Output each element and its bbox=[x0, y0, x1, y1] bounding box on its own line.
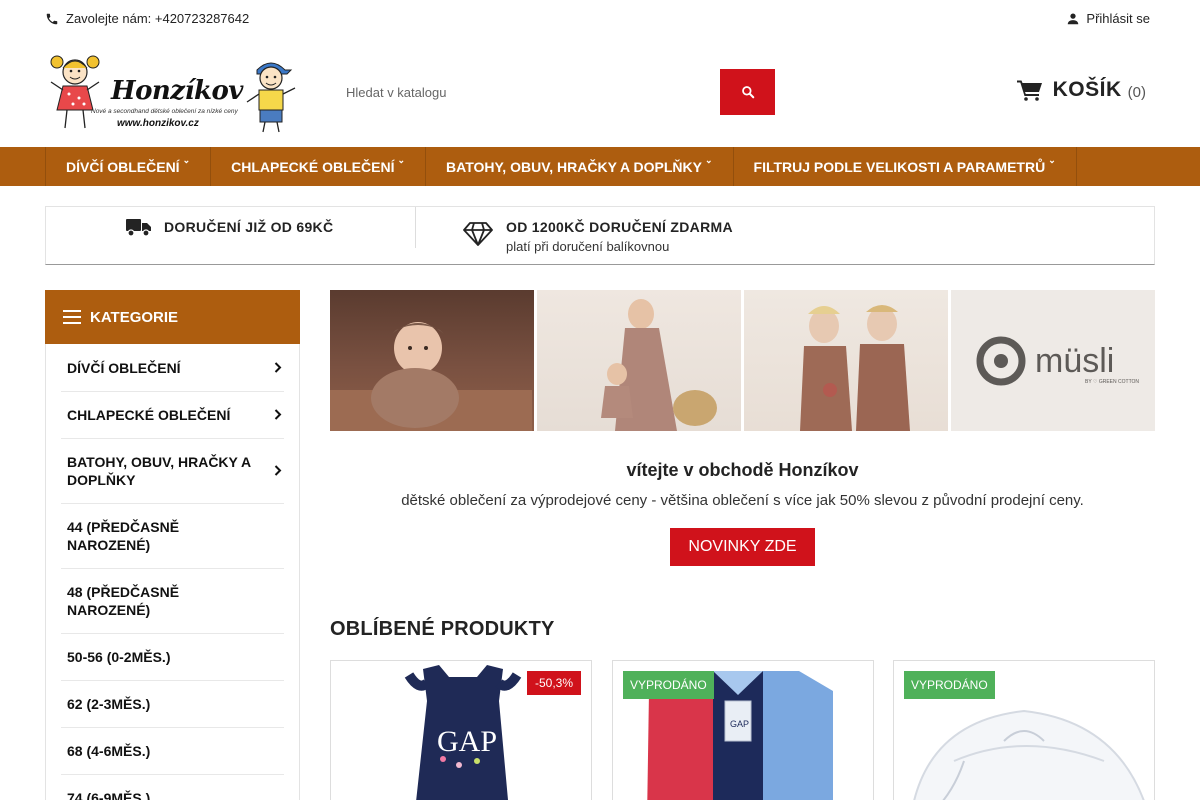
category-item[interactable]: 62 (2-3MĚS.) bbox=[61, 681, 284, 728]
category-header[interactable]: KATEGORIE bbox=[45, 290, 300, 344]
nav-item-label: DÍVČÍ OBLEČENÍ bbox=[66, 158, 180, 175]
banner-brand-logo: müsli BY ♡ GREEN COTTON bbox=[951, 290, 1155, 431]
chevron-down-icon: ⌄ bbox=[1048, 155, 1056, 165]
chevron-right-icon bbox=[274, 359, 282, 377]
musli-logo-icon: müsli BY ♡ GREEN COTTON bbox=[976, 336, 1139, 386]
nav-item-label: BATOHY, OBUV, HRAČKY A DOPLŇKY bbox=[446, 158, 702, 175]
user-icon bbox=[1068, 12, 1079, 24]
phone-icon bbox=[46, 13, 58, 24]
product-card[interactable]: GAP VYPRODÁNO bbox=[612, 660, 874, 800]
category-item[interactable]: DÍVČÍ OBLEČENÍ bbox=[61, 345, 284, 392]
free-delivery-title: OD 1200KČ DORUČENÍ ZDARMA bbox=[506, 219, 733, 235]
category-item-label: 44 (PŘEDČASNĚ NAROZENÉ) bbox=[67, 519, 180, 553]
category-item[interactable]: BATOHY, OBUV, HRAČKY A DOPLŇKY bbox=[61, 439, 284, 504]
free-delivery-info: OD 1200KČ DORUČENÍ ZDARMA platí při doru… bbox=[463, 219, 733, 254]
category-item-label: 50-56 (0-2MĚS.) bbox=[67, 649, 171, 665]
chevron-right-icon bbox=[274, 462, 282, 480]
nav-item-filter[interactable]: FILTRUJ PODLE VELIKOSTI A PARAMETRŮ ⌄ bbox=[734, 147, 1077, 186]
banner-photo-baby bbox=[330, 290, 534, 431]
site-logo[interactable]: Honzíkov Nové a secondhand dětské obleče… bbox=[45, 50, 300, 136]
shipping-info-bar: DORUČENÍ JIŽ OD 69KČ OD 1200KČ DORUČENÍ … bbox=[45, 206, 1155, 265]
logo-brand-text: Honzíkov bbox=[111, 76, 243, 106]
category-item-label: 74 (6-9MĚS.) bbox=[67, 790, 151, 800]
category-item-label: DÍVČÍ OBLEČENÍ bbox=[67, 360, 181, 376]
cart-link[interactable]: KOŠÍK (0) bbox=[1016, 78, 1146, 102]
mother-child-photo-illustration bbox=[601, 299, 717, 431]
baby-photo-illustration bbox=[330, 322, 532, 431]
hamburger-menu-icon bbox=[63, 310, 81, 324]
product-print-text: GAP bbox=[730, 719, 749, 729]
welcome-section: vítejte v obchodě Honzíkov dětské obleče… bbox=[330, 460, 1155, 566]
product-card[interactable]: GAP -50,3% bbox=[330, 660, 592, 800]
contact-phone[interactable]: Zavolejte nám: +420723287642 bbox=[45, 11, 249, 26]
nav-item-accessories[interactable]: BATOHY, OBUV, HRAČKY A DOPLŇKY ⌄ bbox=[426, 147, 734, 186]
welcome-title: vítejte v obchodě Honzíkov bbox=[626, 460, 859, 480]
search-bar bbox=[330, 69, 775, 115]
diamond-icon bbox=[463, 222, 493, 246]
logo-boy-illustration bbox=[246, 62, 296, 133]
hero-banner[interactable]: müsli BY ♡ GREEN COTTON bbox=[330, 290, 1155, 431]
free-delivery-subtitle: platí při doručení balíkovnou bbox=[506, 239, 670, 254]
category-item-label: 48 (PŘEDČASNĚ NAROZENÉ) bbox=[67, 584, 180, 618]
category-item[interactable]: 48 (PŘEDČASNĚ NAROZENÉ) bbox=[61, 569, 284, 634]
chevron-down-icon: ⌄ bbox=[704, 155, 713, 165]
category-item-label: 68 (4-6MĚS.) bbox=[67, 743, 151, 759]
category-item[interactable]: 44 (PŘEDČASNĚ NAROZENÉ) bbox=[61, 504, 284, 569]
category-item-label: CHLAPECKÉ OBLEČENÍ bbox=[67, 407, 231, 423]
product-card[interactable]: VYPRODÁNO bbox=[893, 660, 1155, 800]
brand-logo-text: müsli bbox=[1035, 342, 1114, 380]
new-arrivals-button[interactable]: NOVINKY ZDE bbox=[670, 528, 815, 566]
delivery-title: DORUČENÍ JIŽ OD 69KČ bbox=[164, 219, 334, 235]
category-item[interactable]: CHLAPECKÉ OBLEČENÍ bbox=[61, 392, 284, 439]
main-navigation: DÍVČÍ OBLEČENÍ ⌄ CHLAPECKÉ OBLEČENÍ ⌄ BATO… bbox=[0, 147, 1200, 186]
chevron-right-icon bbox=[274, 406, 282, 424]
logo-url: www.honzikov.cz bbox=[117, 118, 199, 129]
search-input[interactable] bbox=[330, 69, 720, 115]
logo-girl-illustration bbox=[50, 55, 100, 129]
nav-item-boys[interactable]: CHLAPECKÉ OBLEČENÍ ⌄ bbox=[211, 147, 427, 186]
cart-label: KOŠÍK bbox=[1052, 78, 1122, 101]
sold-out-badge: VYPRODÁNO bbox=[623, 671, 714, 699]
chevron-down-icon: ⌄ bbox=[182, 155, 191, 165]
login-label: Přihlásit se bbox=[1086, 11, 1150, 26]
category-sidebar: KATEGORIE DÍVČÍ OBLEČENÍ CHLAPECKÉ OBLEČE… bbox=[45, 290, 300, 800]
nav-item-girls[interactable]: DÍVČÍ OBLEČENÍ ⌄ bbox=[46, 147, 212, 186]
category-item-label: BATOHY, OBUV, HRAČKY A DOPLŇKY bbox=[67, 454, 251, 488]
category-heading: KATEGORIE bbox=[90, 308, 179, 326]
category-item-label: 62 (2-3MĚS.) bbox=[67, 696, 151, 712]
login-link[interactable]: Přihlásit se bbox=[1066, 11, 1150, 26]
category-list: DÍVČÍ OBLEČENÍ CHLAPECKÉ OBLEČENÍ BATOHY, … bbox=[61, 345, 284, 800]
phone-text: Zavolejte nám: +420723287642 bbox=[66, 11, 250, 26]
welcome-text: dětské oblečení za výprodejové ceny - vě… bbox=[401, 492, 1084, 509]
chevron-down-icon: ⌄ bbox=[397, 155, 406, 165]
cart-icon bbox=[1016, 80, 1042, 101]
product-print-text: GAP bbox=[437, 725, 497, 758]
info-divider bbox=[415, 207, 416, 248]
category-item[interactable]: 50-56 (0-2MĚS.) bbox=[61, 634, 284, 681]
brand-logo-sub: BY ♡ GREEN COTTON bbox=[1085, 379, 1139, 385]
search-icon bbox=[741, 86, 754, 99]
category-item[interactable]: 74 (6-9MĚS.) bbox=[61, 775, 284, 800]
banner-photo-mother-child bbox=[537, 290, 741, 431]
discount-badge: -50,3% bbox=[526, 671, 581, 695]
logo-tagline: Nové a secondhand dětské oblečení za níz… bbox=[91, 108, 238, 115]
nav-item-label: FILTRUJ PODLE VELIKOSTI A PARAMETRŮ bbox=[753, 158, 1046, 175]
delivery-info: DORUČENÍ JIŽ OD 69KČ bbox=[126, 217, 333, 237]
popular-products-heading: OBLÍBENÉ PRODUKTY bbox=[330, 618, 555, 640]
kids-photo-illustration bbox=[800, 305, 910, 431]
nav-item-label: CHLAPECKÉ OBLEČENÍ bbox=[231, 158, 395, 175]
cart-count: (0) bbox=[1127, 83, 1146, 101]
truck-icon bbox=[126, 219, 151, 237]
category-item[interactable]: 68 (4-6MĚS.) bbox=[61, 728, 284, 775]
top-bar: Zavolejte nám: +420723287642 Přihlásit s… bbox=[0, 0, 1200, 38]
sold-out-badge: VYPRODÁNO bbox=[904, 671, 995, 699]
search-button[interactable] bbox=[720, 69, 775, 115]
banner-photo-kids bbox=[744, 290, 948, 431]
